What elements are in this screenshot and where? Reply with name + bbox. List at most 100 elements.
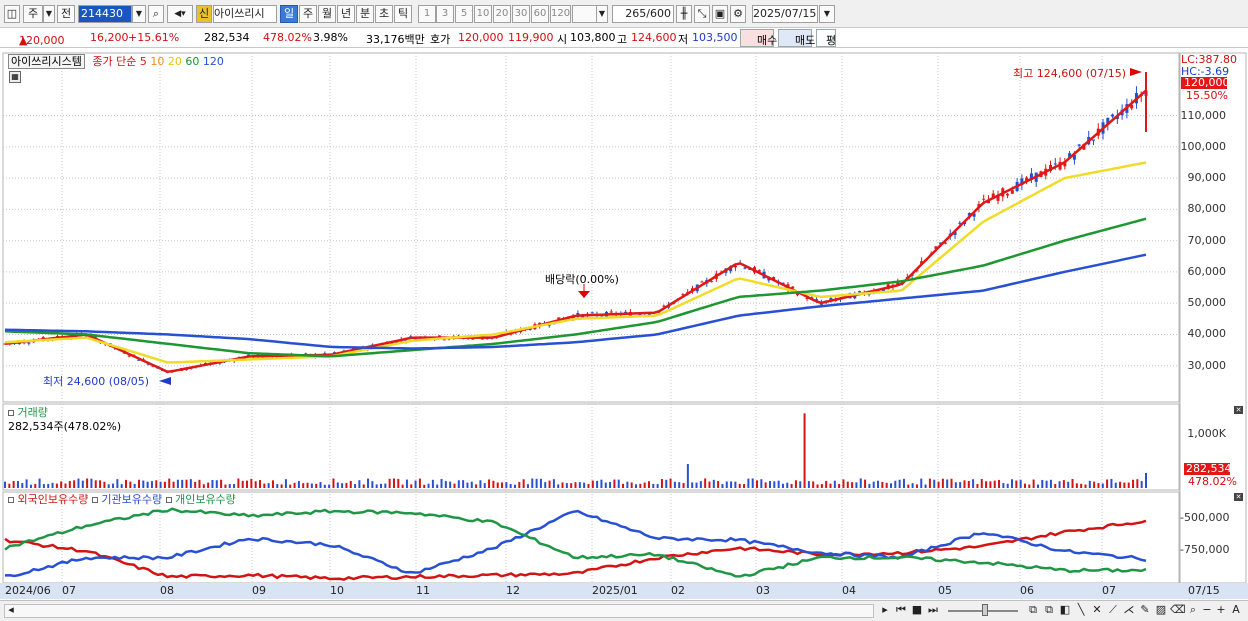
volume-bar [548, 480, 551, 488]
volume-bar [570, 483, 573, 488]
stock-code-input[interactable]: 214430 [78, 5, 132, 23]
rewind-icon[interactable]: ⏮ [894, 603, 908, 617]
scroll-left-icon[interactable]: ◂ [4, 603, 18, 617]
gear-icon[interactable]: ⚙ [730, 5, 746, 23]
eval-button[interactable]: 평 [816, 29, 836, 47]
volume-close-icon[interactable]: ✕ [1234, 406, 1243, 414]
market-dropdown-icon[interactable]: ▼ [43, 5, 55, 23]
text-size-icon[interactable]: A [1229, 603, 1243, 617]
search-icon[interactable]: ⌕ [148, 5, 164, 23]
volume-bar [345, 482, 348, 488]
volume-bar [349, 480, 352, 488]
volume-bar [375, 484, 378, 488]
volume-bar [289, 484, 292, 488]
volume-bar [872, 481, 875, 488]
y-axis-frame [1179, 52, 1247, 584]
volume-bar [652, 483, 655, 488]
buy-button[interactable]: 매수 [740, 29, 777, 47]
table-icon[interactable]: ▦ [9, 71, 21, 83]
date-input[interactable]: 2025/07/15 [752, 5, 818, 23]
volume-bar [1106, 479, 1109, 488]
pen-tool-icon[interactable]: ✎ [1138, 603, 1152, 617]
eraser-icon[interactable]: ⌫ [1170, 603, 1186, 617]
stock-chart[interactable] [0, 48, 1248, 600]
candle-body [1077, 144, 1081, 146]
volume-bar [293, 482, 296, 488]
trend-tool-icon[interactable]: ⟋ [1106, 603, 1120, 617]
volume-bar [859, 478, 862, 488]
volume-bar [34, 483, 37, 488]
volume-bar [721, 484, 724, 488]
interval-button[interactable]: 120 [550, 5, 571, 23]
volume-bar [786, 482, 789, 488]
window-icon[interactable]: ◫ [4, 5, 20, 23]
volume-bar [220, 479, 223, 488]
period-button[interactable]: 일 [280, 5, 298, 23]
volume-bar [665, 479, 668, 488]
prev-button[interactable]: 전 [57, 5, 75, 23]
period-button[interactable]: 월 [318, 5, 336, 23]
period-button[interactable]: 분 [356, 5, 374, 23]
volume-bar [224, 484, 227, 488]
count-input[interactable]: 265/600 [612, 5, 674, 23]
interval-button[interactable]: 60 [531, 5, 549, 23]
zoom-in-icon[interactable]: + [1214, 603, 1228, 617]
interval-button[interactable]: 3 [436, 5, 454, 23]
code-dropdown-icon[interactable]: ▼ [132, 5, 146, 23]
period-button[interactable]: 년 [337, 5, 355, 23]
volume-bar [116, 479, 119, 488]
volume-bar [764, 482, 767, 488]
price-ytick: 50,000 [1187, 296, 1227, 310]
volume-bar [1097, 483, 1100, 488]
volume-bar [194, 481, 197, 488]
market-select[interactable]: 주 [23, 5, 43, 23]
dividend-label: 배당락(0.00%) [545, 273, 619, 286]
zoom-icon[interactable]: ⌕ [1186, 603, 1200, 617]
candle-icon[interactable]: ╫ [676, 5, 692, 23]
zoom-slider-handle[interactable] [982, 604, 988, 616]
chart-type-icon[interactable]: ⤡ [694, 5, 710, 23]
volume-bar [4, 481, 6, 488]
volume-bar [336, 482, 339, 488]
copy-icon[interactable]: ⧉ [1026, 603, 1040, 617]
volume-bar [1093, 481, 1096, 488]
interval-dropdown-icon[interactable]: ▼ [596, 5, 608, 23]
interval-button[interactable]: 5 [455, 5, 473, 23]
holdings-close-icon[interactable]: ✕ [1234, 493, 1243, 501]
volume-bar [846, 481, 849, 488]
fan-tool-icon[interactable]: ⋌ [1122, 603, 1136, 617]
speaker-icon[interactable]: ◀▾ [167, 5, 193, 23]
sell-button[interactable]: 매도 [778, 29, 815, 47]
line-tool-icon[interactable]: ╲ [1074, 603, 1088, 617]
volume-bar [743, 484, 746, 488]
volume-bar [483, 483, 486, 488]
save-icon[interactable]: ▣ [712, 5, 728, 23]
volume-bar [600, 479, 603, 488]
period-button[interactable]: 주 [299, 5, 317, 23]
cross-tool-icon[interactable]: ✕ [1090, 603, 1104, 617]
high-price: 124,600 [631, 31, 677, 44]
zoom-out-icon[interactable]: − [1200, 603, 1214, 617]
duplicate-icon[interactable]: ⧉ [1042, 603, 1056, 617]
date-dropdown-icon[interactable]: ▼ [819, 5, 835, 23]
volume-bar [90, 478, 93, 488]
period-button[interactable]: 초 [375, 5, 393, 23]
stop-icon[interactable]: ■ [910, 603, 924, 617]
image-icon[interactable]: ▨ [1154, 603, 1168, 617]
x-axis-label: 2024/06 [5, 584, 51, 597]
interval-button[interactable]: 20 [493, 5, 511, 23]
volume-bar [950, 478, 953, 488]
forward-icon[interactable]: ⏭ [926, 603, 940, 617]
period-button[interactable]: 틱 [394, 5, 412, 23]
x-axis-label: 08 [160, 584, 174, 597]
volume-bar [980, 478, 983, 488]
scroll-right-icon[interactable]: ▸ [878, 603, 892, 617]
layers-icon[interactable]: ◧ [1058, 603, 1072, 617]
candle-body [1111, 114, 1115, 117]
interval-button[interactable]: 1 [418, 5, 436, 23]
interval-button[interactable]: 30 [512, 5, 530, 23]
stock-name-field[interactable]: 아이쓰리시 [213, 5, 277, 23]
horizontal-scrollbar[interactable] [4, 604, 874, 618]
volume-bar [401, 484, 404, 488]
interval-button[interactable]: 10 [474, 5, 492, 23]
